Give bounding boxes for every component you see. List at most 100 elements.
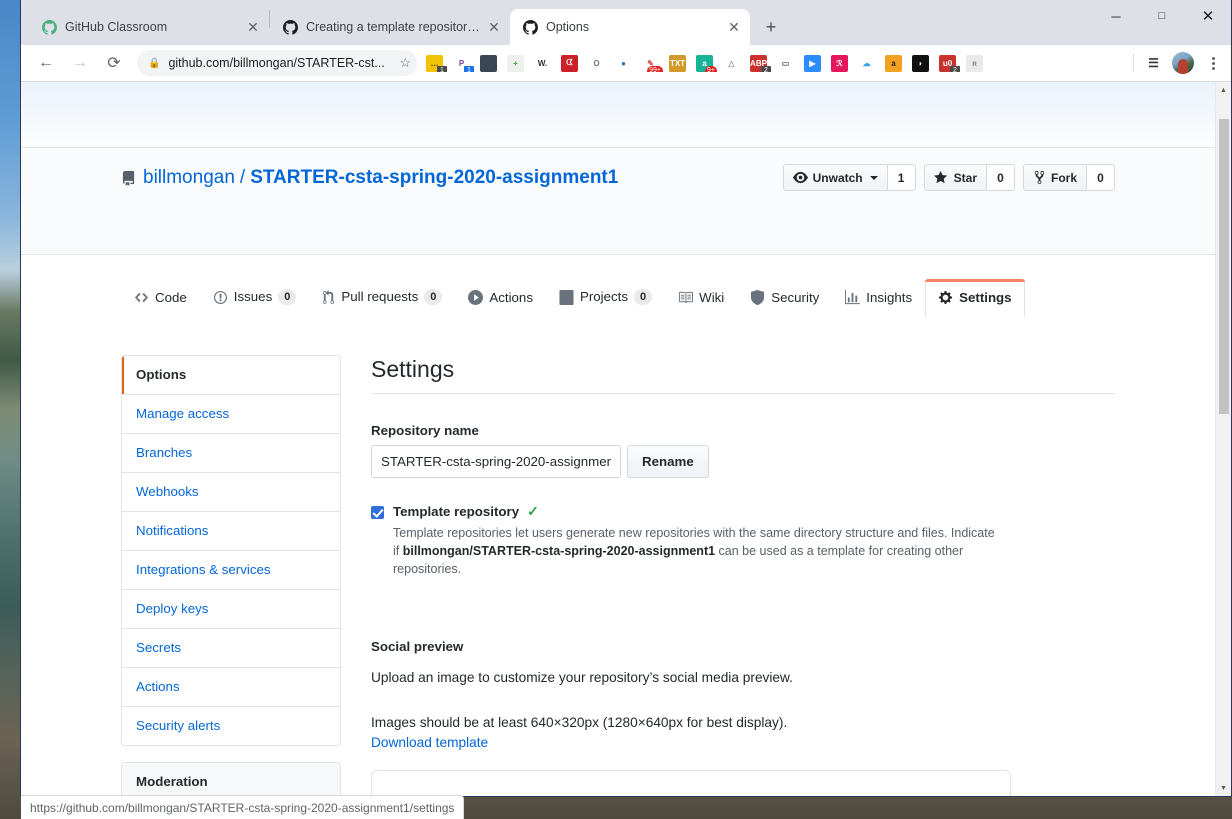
repository-breadcrumb: billmongan / STARTER-csta-spring-2020-as… — [121, 167, 618, 189]
browser-tab-3-active[interactable]: Options ✕ — [510, 9, 750, 45]
sticky-notes-extension[interactable]: … 1 — [426, 54, 447, 72]
window-controls: ─ □ ✕ — [1093, 0, 1231, 45]
maximize-button[interactable]: □ — [1139, 0, 1185, 32]
extension-badge: 9+ — [705, 65, 717, 72]
address-bar[interactable]: 🔒 github.com/billmongan/STARTER-cst... ☆ — [137, 50, 417, 76]
settings-body: Options Manage access Branches Webhooks Noti… — [21, 256, 1215, 796]
amazon-extension[interactable]: a — [885, 54, 902, 72]
sidebar-item-actions[interactable]: Actions — [122, 668, 340, 707]
add-to-collection-extension[interactable]: + — [507, 54, 524, 72]
sidebar-item-webhooks[interactable]: Webhooks — [122, 473, 340, 512]
zoom-extension[interactable]: ▶ — [804, 54, 821, 72]
sidebar-heading-moderation: Moderation — [122, 763, 340, 796]
sidebar-item-manage-access[interactable]: Manage access — [122, 395, 340, 434]
fork-label: Fork — [1050, 170, 1077, 185]
browser-tab-title: GitHub Classroom — [65, 20, 168, 34]
social-preview-line1: Upload an image to customize your reposi… — [371, 670, 793, 686]
star-icon[interactable]: ☆ — [399, 55, 411, 71]
social-preview-dropzone[interactable] — [371, 770, 1011, 796]
close-icon[interactable]: ✕ — [724, 17, 744, 37]
sidebar-item-branches[interactable]: Branches — [122, 434, 340, 473]
extension-badge: 1 — [437, 65, 447, 72]
chrome-menu-icon[interactable] — [1201, 51, 1225, 75]
sidebar-item-secrets[interactable]: Secrets — [122, 629, 340, 668]
fork-button[interactable]: Fork — [1022, 164, 1087, 191]
sidebar-item-deploy-keys[interactable]: Deploy keys — [122, 590, 340, 629]
sidebar-item-options[interactable]: Options — [122, 356, 340, 395]
template-desc-repo: billmongan/STARTER-csta-spring-2020-assi… — [402, 543, 716, 558]
template-repository-description: Template repositories let users generate… — [393, 524, 1001, 578]
social-preview-section: Social preview Upload an image to custom… — [371, 639, 1115, 796]
github-icon — [282, 19, 298, 35]
unwatch-button[interactable]: Unwatch — [782, 164, 888, 191]
download-template-link[interactable]: Download template — [371, 735, 488, 750]
sidebar-item-notifications[interactable]: Notifications — [122, 512, 340, 551]
star-button-group: Star 0 — [923, 164, 1015, 191]
github-icon — [522, 19, 538, 35]
extension-badge: 1 — [464, 65, 474, 72]
annotate-extension[interactable]: a 9+ — [696, 54, 717, 72]
fork-count[interactable]: 0 — [1087, 164, 1115, 191]
adobe-acrobat-extension[interactable]: ᗧ — [561, 54, 578, 72]
scroll-up-icon[interactable]: ▲ — [1216, 82, 1231, 98]
wikipedia-extension[interactable]: W. — [534, 54, 551, 72]
drive-extension[interactable]: △ — [723, 54, 740, 72]
pocket-extension[interactable]: P1 — [453, 54, 474, 72]
sidebar-item-security-alerts[interactable]: Security alerts — [122, 707, 340, 745]
fork-icon — [1034, 170, 1045, 185]
settings-menu-group: ModerationInteraction limitsReported con… — [121, 762, 341, 796]
reload-icon[interactable]: ⟳ — [100, 49, 128, 77]
page-scrollbar[interactable]: ▲ ▼ — [1215, 82, 1231, 796]
unwatch-label: Unwatch — [812, 170, 863, 185]
sidebar-item-integrations-services[interactable]: Integrations & services — [122, 551, 340, 590]
close-icon[interactable]: ✕ — [484, 17, 504, 37]
cloud-extension[interactable]: ☁ — [858, 54, 875, 72]
repository-name-label: Repository name — [371, 422, 479, 438]
ublock-extension[interactable]: u0 2 — [939, 54, 960, 72]
repository-header: billmongan / STARTER-csta-spring-2020-as… — [21, 149, 1215, 317]
repo-name-link[interactable]: STARTER-csta-spring-2020-assignment1 — [250, 167, 618, 189]
scroll-down-icon[interactable]: ▼ — [1216, 780, 1231, 796]
close-window-button[interactable]: ✕ — [1185, 0, 1231, 32]
repo-icon — [121, 170, 136, 186]
template-repository-checkbox[interactable] — [371, 505, 384, 519]
browser-tab-1[interactable]: GitHub Classroom ✕ — [29, 9, 269, 45]
forward-icon[interactable]: → — [66, 49, 94, 77]
browser-toolbar: ← → ⟳ 🔒 github.com/billmongan/STARTER-cs… — [21, 45, 1231, 82]
browser-window: GitHub Classroom ✕ Creating a template r… — [20, 0, 1232, 797]
eye-icon — [792, 171, 808, 184]
grammar-extension[interactable]: ✎ 99+ — [642, 54, 663, 72]
watch-count[interactable]: 1 — [887, 164, 916, 191]
browser-tab-title: Options — [546, 20, 590, 34]
repository-name-input[interactable] — [371, 444, 621, 478]
scrollbar-thumb[interactable] — [1219, 119, 1229, 414]
playlist-extension[interactable]: ☰ — [1145, 54, 1162, 72]
rocket-extension[interactable]: ℛ — [831, 54, 848, 72]
settings-sidebar: Options Manage access Branches Webhooks Noti… — [121, 256, 341, 796]
profile-avatar[interactable] — [1172, 52, 1194, 74]
browser-tab-2[interactable]: Creating a template repository - G ✕ — [270, 9, 510, 45]
text-tool-extension[interactable]: TXT — [669, 54, 686, 72]
script-extension[interactable]: ʀ — [966, 54, 983, 72]
extensions-toolbar: … 1 P 1 + W. ᗧ O ● ✎ 99+ TXT a 9+ △ ABP 2 ▭ ▶ ℛ ☁ a ◗ u0 2 ʀ — [421, 54, 1127, 72]
back-icon[interactable]: ← — [32, 49, 60, 77]
adblock-extension[interactable]: ABP 2 — [750, 54, 771, 72]
saved-check-icon: ✓ — [527, 502, 539, 519]
page-viewport: billmongan / STARTER-csta-spring-2020-as… — [21, 82, 1231, 796]
globe-extension[interactable]: ● — [615, 54, 632, 72]
extension-badge: 2 — [761, 65, 771, 72]
new-tab-button[interactable]: + — [756, 12, 786, 42]
chevron-down-icon — [869, 175, 878, 180]
star-button[interactable]: Star — [923, 164, 987, 191]
rename-button[interactable]: Rename — [627, 444, 709, 478]
github-icon — [41, 19, 57, 35]
close-icon[interactable]: ✕ — [243, 17, 263, 37]
extension-badge: 2 — [950, 65, 960, 72]
repo-owner-link[interactable]: billmongan — [143, 167, 235, 189]
opera-extension[interactable]: O — [588, 54, 605, 72]
screen-capture-extension[interactable] — [480, 54, 497, 72]
star-count[interactable]: 0 — [986, 164, 1015, 191]
minimize-button[interactable]: ─ — [1093, 0, 1139, 32]
cast-extension[interactable]: ▭ — [777, 54, 794, 72]
lock-extension[interactable]: ◗ — [912, 54, 929, 72]
